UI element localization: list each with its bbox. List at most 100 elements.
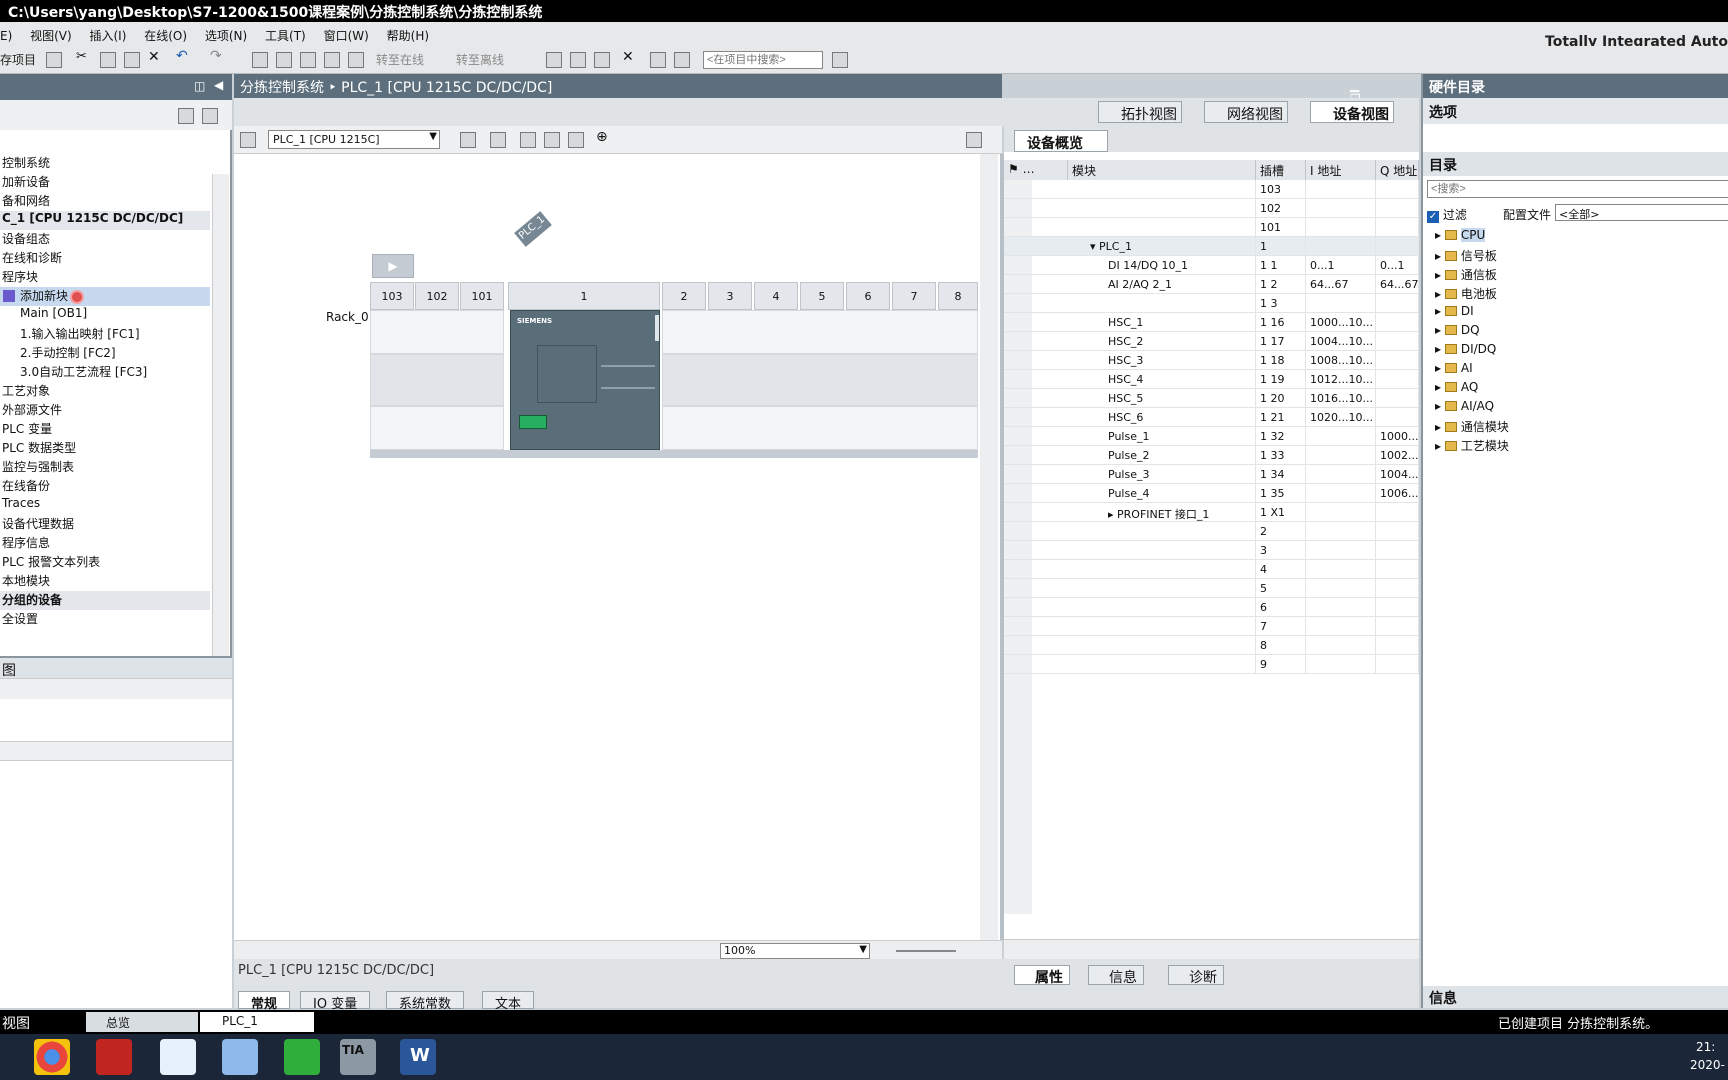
tab-info[interactable]: 信息 (1088, 965, 1144, 986)
device-nav-icon[interactable] (240, 132, 256, 148)
tree-item[interactable]: 程序块 (0, 268, 210, 287)
rack-slot-empty[interactable] (370, 406, 504, 450)
menu-help[interactable]: 帮助(H) (387, 27, 429, 44)
overview-row[interactable]: HSC_4 1 19 1012...10... (1004, 370, 1419, 389)
device-select[interactable]: PLC_1 [CPU 1215C] ▼ (268, 130, 440, 149)
catalog-item[interactable]: ▸ AI/AQ (1435, 399, 1494, 413)
tab-properties[interactable]: 属性 (1014, 965, 1070, 986)
overview-row[interactable]: 2 (1004, 522, 1419, 541)
grid-icon[interactable] (544, 132, 560, 148)
go-offline-button[interactable]: 转至离线 (456, 51, 504, 69)
overview-row[interactable]: 9 (1004, 655, 1419, 674)
catalog-item[interactable]: ▸ DI/DQ (1435, 342, 1496, 356)
cpu-module[interactable]: SIEMENS (510, 310, 660, 450)
overview-button[interactable]: 总览 (86, 1012, 198, 1032)
rack-slot-empty[interactable] (662, 354, 978, 406)
tree-item[interactable]: 全设置 (0, 610, 210, 629)
overview-row[interactable]: 5 (1004, 579, 1419, 598)
tree-item-main-ob1[interactable]: Main [OB1] (0, 306, 210, 325)
tree-item-add-new-block[interactable]: 添加新块 (0, 287, 210, 306)
chrome-icon[interactable] (34, 1039, 70, 1075)
tree-item[interactable]: 在线备份 (0, 477, 210, 496)
zoom-icon[interactable]: ⊕ (596, 129, 612, 145)
simulate-icon[interactable] (324, 52, 340, 68)
overview-row[interactable]: HSC_3 1 18 1008...10... (1004, 351, 1419, 370)
tree-item[interactable]: 控制系统 (0, 154, 210, 173)
overview-row[interactable]: 8 (1004, 636, 1419, 655)
canvas-vertical-scrollbar[interactable] (980, 154, 998, 940)
tree-item[interactable]: 工艺对象 (0, 382, 210, 401)
app-icon[interactable] (284, 1039, 320, 1075)
catalog-info-header[interactable]: 信息 (1423, 986, 1728, 1008)
catalog-item[interactable]: ▸ AQ (1435, 380, 1478, 394)
tia-portal-icon[interactable]: TIA (340, 1039, 376, 1075)
menu-online[interactable]: 在线(O) (144, 27, 187, 44)
tree-item-plc[interactable]: C_1 [CPU 1215C DC/DC/DC] (0, 211, 210, 230)
split-horizontal-icon[interactable] (650, 52, 666, 68)
tab-io-tags[interactable]: IO 变量 (300, 991, 371, 1012)
overview-row[interactable]: 3 (1004, 541, 1419, 560)
menu-insert[interactable]: 插入(I) (90, 27, 127, 44)
accessible-devices-icon[interactable] (546, 52, 562, 68)
overview-row[interactable]: 101 (1004, 218, 1419, 237)
tab-texts[interactable]: 文本 (482, 991, 535, 1012)
tree-item[interactable]: PLC 变量 (0, 420, 210, 439)
zoom-slider[interactable] (896, 950, 956, 952)
collapse-icon[interactable]: ◀ (214, 78, 223, 92)
expand-arrow-icon[interactable]: ▸ (1108, 508, 1117, 521)
overview-row[interactable]: DI 14/DQ 10_1 1 1 0...1 0...1 (1004, 256, 1419, 275)
copy-icon[interactable] (100, 52, 116, 68)
close-all-icon[interactable]: ✕ (622, 49, 638, 65)
tab-diagnostics[interactable]: 诊断 (1168, 965, 1224, 986)
tree-item[interactable]: 外部源文件 (0, 401, 210, 420)
module-table-icon[interactable] (460, 132, 476, 148)
baidu-netdisk-icon[interactable] (160, 1039, 196, 1075)
cut-icon[interactable]: ✂ (76, 49, 92, 65)
search-icon[interactable] (832, 52, 848, 68)
project-search-input[interactable] (703, 51, 823, 69)
compile-icon[interactable] (252, 52, 268, 68)
tree-item[interactable]: 设备代理数据 (0, 515, 210, 534)
rack-slot-empty[interactable] (662, 310, 978, 354)
tab-network-view[interactable]: 网络视图 (1204, 101, 1288, 123)
menu-options[interactable]: 选项(N) (205, 27, 247, 44)
catalog-item-cpu[interactable]: ▸ CPU (1435, 228, 1486, 242)
overview-row[interactable]: 6 (1004, 598, 1419, 617)
overview-row[interactable]: 1 3 (1004, 294, 1419, 313)
undo-icon[interactable]: ↶ (176, 48, 192, 64)
expand-arrow-icon[interactable]: ▾ (1090, 240, 1099, 253)
overview-row[interactable]: Pulse_1 1 32 1000... (1004, 427, 1419, 446)
save-project-button[interactable]: 存项目 (0, 51, 36, 69)
rack-slot-empty[interactable] (370, 310, 504, 354)
catalog-item[interactable]: ▸ 电池板 (1435, 285, 1497, 302)
catalog-options-header[interactable]: 选项 (1423, 98, 1728, 124)
catalog-item[interactable]: ▸ 通信板 (1435, 266, 1497, 283)
catalog-item[interactable]: ▸ AI (1435, 361, 1473, 375)
overview-row[interactable]: 102 (1004, 199, 1419, 218)
overview-row[interactable]: HSC_6 1 21 1020...10... (1004, 408, 1419, 427)
tree-item[interactable]: 本地模块 (0, 572, 210, 591)
page-break-icon[interactable] (520, 132, 536, 148)
tree-item[interactable]: 在线和诊断 (0, 249, 210, 268)
overview-row[interactable]: HSC_5 1 20 1016...10... (1004, 389, 1419, 408)
tab-device-overview[interactable]: 设备概览 (1014, 130, 1108, 152)
tab-general[interactable]: 常规 (238, 991, 291, 1012)
rack-slot-empty[interactable] (370, 354, 504, 406)
split-vertical-icon[interactable] (674, 52, 690, 68)
catalog-item[interactable]: ▸ 工艺模块 (1435, 437, 1509, 454)
catalog-directory-header[interactable]: 目录 (1423, 152, 1728, 176)
paint-icon[interactable] (222, 1039, 258, 1075)
redo-icon[interactable]: ↷ (210, 48, 226, 64)
tree-item-fc1[interactable]: 1.输入输出映射 [FC1] (0, 325, 210, 344)
portal-view-button[interactable]: 视图 (2, 1013, 30, 1033)
tree-item-ungrouped-devices[interactable]: 分组的设备 (0, 591, 210, 610)
tab-device-view[interactable]: 设备视图 (1310, 101, 1394, 123)
tree-item-fc3[interactable]: 3.0自动工艺流程 [FC3] (0, 363, 210, 382)
overview-row[interactable]: Pulse_3 1 34 1004... (1004, 465, 1419, 484)
menu-edit[interactable]: E) (0, 29, 12, 43)
paste-icon[interactable] (124, 52, 140, 68)
catalog-item[interactable]: ▸ DI (1435, 304, 1474, 318)
delete-icon[interactable]: ✕ (148, 49, 164, 65)
tree-item-fc2[interactable]: 2.手动控制 [FC2] (0, 344, 210, 363)
pin-icon[interactable]: ◫ (194, 79, 205, 93)
